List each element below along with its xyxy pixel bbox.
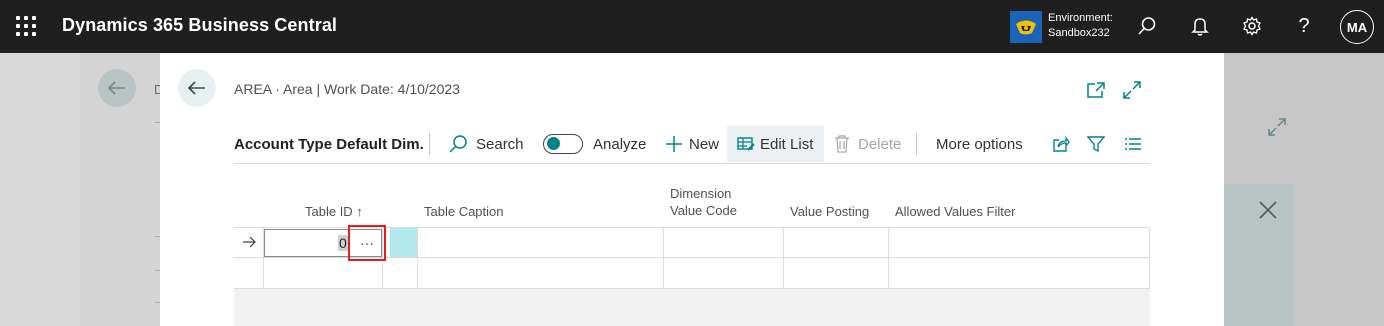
- edit-list-label: Edit List: [760, 135, 814, 153]
- more-options-button[interactable]: More options: [936, 126, 1023, 162]
- app-header: Dynamics 365 Business Central Environmen…: [0, 0, 1384, 53]
- environment-name: Sandbox232: [1048, 27, 1110, 39]
- gear-icon[interactable]: [1239, 13, 1265, 39]
- search-icon[interactable]: [1134, 13, 1160, 39]
- analyze-toggle[interactable]: Analyze: [543, 126, 646, 162]
- table-id-value: 0: [338, 235, 348, 251]
- column-header-dimension-value-code[interactable]: Dimension Value Code: [670, 185, 737, 219]
- action-separator: [916, 133, 917, 155]
- share-icon[interactable]: [1052, 126, 1070, 162]
- expand-icon[interactable]: [1121, 79, 1143, 101]
- column-header-allowed-values-filter[interactable]: Allowed Values Filter: [895, 203, 1015, 220]
- list-view-icon[interactable]: [1124, 126, 1142, 162]
- arrow-left-icon: [187, 81, 205, 95]
- background-back-icon: [98, 69, 136, 107]
- filter-icon[interactable]: [1087, 126, 1105, 162]
- column-label: Table ID: [305, 204, 353, 219]
- column-divider: [888, 227, 889, 288]
- column-label-line: Dimension: [670, 186, 732, 201]
- background-expand-icon: [1268, 118, 1286, 141]
- environment-label: Environment:: [1048, 12, 1113, 24]
- breadcrumb: AREA · Area | Work Date: 4/10/2023: [234, 81, 460, 97]
- current-row-arrow-icon: [242, 235, 256, 253]
- search-label: Search: [476, 135, 524, 153]
- app-launcher-icon[interactable]: [16, 16, 36, 36]
- search-button[interactable]: Search: [448, 126, 524, 162]
- toggle-switch[interactable]: [543, 134, 583, 154]
- column-divider: [663, 227, 664, 288]
- new-label: New: [689, 135, 720, 153]
- app-title[interactable]: Dynamics 365 Business Central: [62, 15, 337, 36]
- help-icon[interactable]: ?: [1291, 13, 1317, 39]
- column-header-table-id[interactable]: Table ID ↑: [305, 203, 363, 220]
- lookup-button[interactable]: ···: [348, 225, 386, 261]
- environment-info[interactable]: Environment: Sandbox232: [1048, 11, 1113, 41]
- new-button[interactable]: New: [665, 126, 719, 162]
- bell-icon[interactable]: [1187, 13, 1213, 39]
- delete-label: Delete: [858, 135, 902, 153]
- sort-ascending-icon: ↑: [356, 204, 363, 219]
- environment-logo-icon: [1010, 11, 1042, 43]
- column-divider: [783, 227, 784, 288]
- column-label-line: Value Code: [670, 203, 737, 218]
- edit-list-icon: [737, 137, 755, 151]
- grid-footer: [234, 289, 1150, 326]
- page-title: Account Type Default Dim.: [234, 135, 424, 153]
- plus-icon: [666, 136, 682, 152]
- column-header-value-posting[interactable]: Value Posting: [790, 203, 869, 220]
- trash-icon: [835, 135, 849, 153]
- action-bar: Account Type Default Dim. Search Analyze…: [234, 126, 1150, 164]
- background-close-icon: [1258, 200, 1278, 225]
- open-new-window-icon[interactable]: [1085, 79, 1107, 101]
- avatar[interactable]: MA: [1340, 10, 1374, 44]
- analyze-label: Analyze: [593, 135, 647, 153]
- search-icon: [449, 135, 467, 153]
- column-divider: [417, 227, 418, 288]
- column-divider: [1149, 227, 1150, 288]
- selected-cell-highlight: [390, 228, 417, 257]
- edit-list-button[interactable]: Edit List: [727, 126, 824, 162]
- modal-page: AREA · Area | Work Date: 4/10/2023 Accou…: [160, 53, 1224, 326]
- back-button[interactable]: [178, 69, 216, 107]
- column-header-table-caption[interactable]: Table Caption: [424, 203, 504, 220]
- delete-button[interactable]: Delete: [834, 126, 901, 162]
- action-separator: [429, 133, 430, 155]
